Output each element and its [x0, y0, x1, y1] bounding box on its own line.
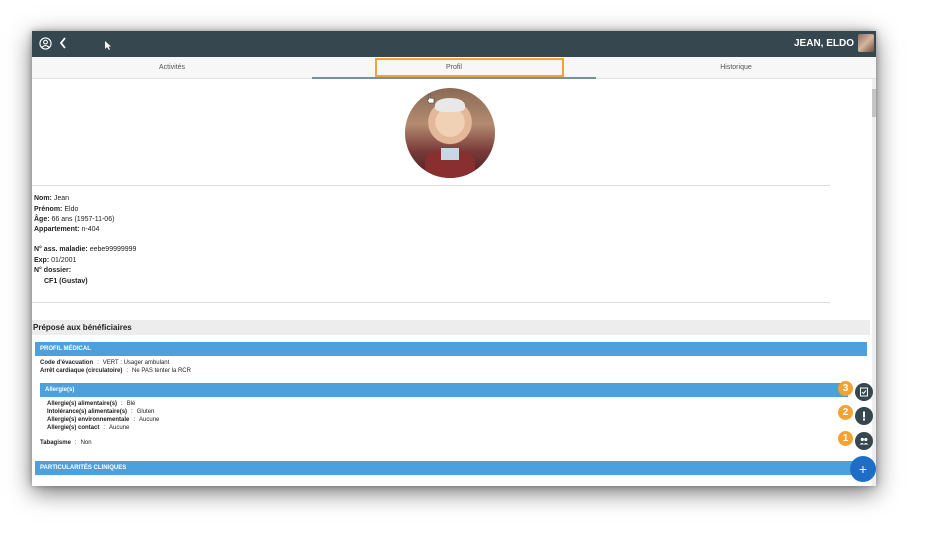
info-age: Âge: 66 ans (1957-11-06) — [34, 216, 114, 223]
user-avatar[interactable] — [858, 34, 874, 52]
label-allergie-alimentaire: Allergie(s) alimentaire(s) — [47, 401, 118, 407]
tab-highlight-frame — [375, 58, 564, 77]
section-title: Préposé aux bénéficiaires — [32, 320, 870, 335]
user-name[interactable]: JEAN, ELDO — [794, 38, 854, 49]
label-code-evacuation: Code d'évacuation — [40, 360, 94, 366]
label-appartement: Appartement: — [34, 226, 80, 233]
profile-photo — [405, 88, 495, 178]
value-code-evacuation: VERT : Usager ambulant — [102, 360, 170, 366]
info-nom: Nom: Jean — [34, 195, 69, 202]
label-assurance: N° ass. maladie: — [34, 246, 88, 253]
kv-intolerance: Intolérance(s) alimentaire(s): Gluten — [47, 409, 154, 415]
kv-tabagisme: Tabagisme: Non — [40, 440, 92, 446]
value-tabagisme: Non — [80, 440, 92, 446]
fab-group-button[interactable] — [855, 432, 873, 450]
kv-separator: : — [133, 417, 136, 423]
label-allergie-contact: Allergie(s) contact — [47, 425, 100, 431]
value-appartement: n-404 — [81, 226, 100, 233]
badge-2: 2 — [838, 405, 853, 420]
label-intolerance: Intolérance(s) alimentaire(s) — [47, 409, 128, 415]
particularites-cliniques-header[interactable]: PARTICULARITÉS CLINIQUES — [35, 461, 867, 475]
label-nom: Nom: — [34, 195, 52, 202]
group-icon — [859, 437, 869, 445]
value-assurance: eebe99999999 — [89, 246, 137, 253]
label-prenom: Prénom: — [34, 206, 63, 213]
kv-allergie-contact: Allergie(s) contact: Aucune — [47, 425, 129, 431]
divider — [32, 185, 830, 186]
kv-arret-cardiaque: Arrêt cardiaque (circulatoire): Ne PAS te… — [40, 368, 191, 374]
photo-collar — [441, 148, 459, 160]
user-account-icon[interactable] — [39, 37, 52, 50]
tab-activites[interactable]: Activités — [32, 57, 312, 79]
photo-hair — [435, 98, 465, 112]
info-appartement: Appartement: n-404 — [34, 226, 99, 233]
value-dossier: CF1 (Gustav) — [44, 278, 88, 285]
label-tabagisme: Tabagisme — [40, 440, 71, 446]
scrollbar-thumb[interactable] — [872, 89, 876, 117]
fab-add-button[interactable]: + — [850, 456, 876, 482]
kv-separator: : — [131, 409, 133, 415]
divider — [32, 302, 830, 303]
value-nom: Jean — [53, 195, 70, 202]
label-dossier: N° dossier: — [34, 267, 72, 274]
app-window: JEAN, ELDO Activités Profil Historique N… — [32, 31, 876, 486]
value-allergie-alimentaire: Blé — [126, 401, 136, 407]
profil-medical-header[interactable]: PROFIL MÉDICAL — [35, 342, 867, 356]
mouse-cursor-icon — [105, 41, 111, 50]
info-exp: Exp: 01/2001 — [34, 257, 76, 264]
value-age: 66 ans (1957-11-06) — [51, 216, 115, 223]
value-exp: 01/2001 — [51, 257, 77, 264]
kv-separator: : — [97, 360, 99, 366]
exclamation-icon — [863, 411, 865, 421]
value-arret-cardiaque: Ne PAS tenter la RCR — [132, 368, 191, 374]
kv-allergie-environnementale: Allergie(s) environnementale: Aucune — [47, 417, 159, 423]
allergies-header[interactable]: Allergie(s) — [40, 383, 848, 397]
kv-separator: : — [103, 425, 106, 431]
kv-separator: : — [126, 368, 129, 374]
value-prenom: Eldo — [64, 206, 79, 213]
info-assurance: N° ass. maladie: eebe99999999 — [34, 246, 136, 253]
fab-clipboard-button[interactable] — [855, 383, 873, 401]
kv-separator: : — [121, 401, 123, 407]
tab-historique[interactable]: Historique — [596, 57, 876, 79]
badge-1: 1 — [838, 431, 853, 446]
label-exp: Exp: — [34, 257, 50, 264]
hand-cursor-icon — [427, 94, 435, 104]
back-arrow-icon[interactable] — [58, 36, 68, 50]
value-allergie-environnementale: Aucune — [139, 417, 160, 423]
badge-3: 3 — [838, 381, 853, 396]
clipboard-check-icon — [860, 387, 868, 397]
kv-allergie-alimentaire: Allergie(s) alimentaire(s): Blé — [47, 401, 135, 407]
value-allergie-contact: Aucune — [109, 425, 130, 431]
kv-code-evacuation: Code d'évacuation: VERT : Usager ambulant — [40, 360, 169, 366]
info-prenom: Prénom: Eldo — [34, 206, 78, 213]
info-dossier: N° dossier: — [34, 267, 71, 274]
label-age: Âge: — [34, 216, 50, 223]
fab-alert-button[interactable] — [855, 407, 873, 425]
label-arret-cardiaque: Arrêt cardiaque (circulatoire) — [40, 368, 123, 374]
kv-separator: : — [74, 440, 77, 446]
top-bar: JEAN, ELDO — [32, 31, 876, 57]
label-allergie-environnementale: Allergie(s) environnementale — [47, 417, 130, 423]
value-intolerance: Gluten — [136, 409, 155, 415]
